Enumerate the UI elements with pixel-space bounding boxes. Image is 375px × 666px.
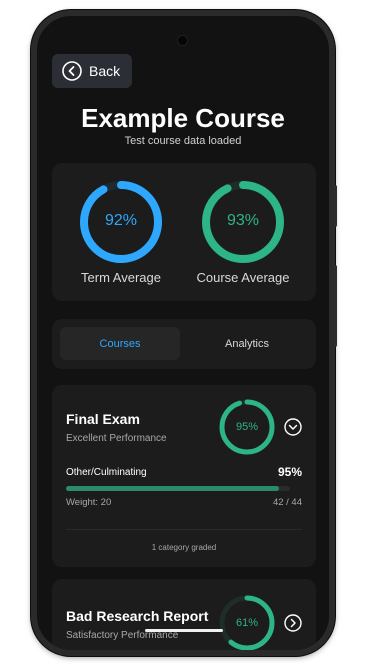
bad-research-report-score: 61% <box>235 617 259 629</box>
page-title: Example Course <box>81 103 285 133</box>
chevron-down-icon[interactable] <box>284 418 302 436</box>
tab-bar: Courses Analytics <box>52 319 316 369</box>
home-indicator[interactable] <box>145 629 223 632</box>
chevron-right-icon[interactable] <box>284 614 302 632</box>
back-arrow-icon <box>62 61 82 81</box>
term-average-label: Term Average <box>81 270 161 285</box>
course-average-value: 93% <box>226 212 260 229</box>
page-subtitle: Test course data loaded <box>124 135 242 147</box>
tab-courses[interactable]: Courses <box>60 327 180 360</box>
tab-analytics[interactable]: Analytics <box>186 327 308 360</box>
category-progress-fill <box>66 486 279 491</box>
back-button[interactable]: Back <box>52 54 132 88</box>
grade-title: Final Exam <box>66 411 140 427</box>
term-average-value: 92% <box>104 212 138 229</box>
category-points: 42 / 44 <box>272 497 302 508</box>
course-average-label: Course Average <box>196 270 290 285</box>
category-percent: 95% <box>277 465 302 479</box>
category-progress-bar <box>66 486 290 491</box>
grade-title: Bad Research Report <box>66 608 209 624</box>
back-button-label: Back <box>89 63 121 79</box>
final-exam-score: 95% <box>235 421 259 433</box>
graded-count: 1 category graded <box>151 543 217 552</box>
front-camera <box>178 36 187 45</box>
divider <box>66 529 302 530</box>
grade-card-bad-research-report[interactable]: Bad Research Report Satisfactory Perform… <box>52 579 316 650</box>
volume-button <box>333 265 337 347</box>
category-name: Other/Culminating <box>66 467 147 478</box>
grade-subtitle: Excellent Performance <box>66 433 167 444</box>
grade-card-final-exam[interactable]: Final Exam Excellent Performance 95% Oth… <box>52 385 316 567</box>
category-weight: Weight: 20 <box>66 497 112 508</box>
averages-card: 92% Term Average 93% Course Average <box>52 163 316 301</box>
power-button <box>333 185 337 227</box>
app-screen: Back Example Course Test course data loa… <box>37 16 329 650</box>
